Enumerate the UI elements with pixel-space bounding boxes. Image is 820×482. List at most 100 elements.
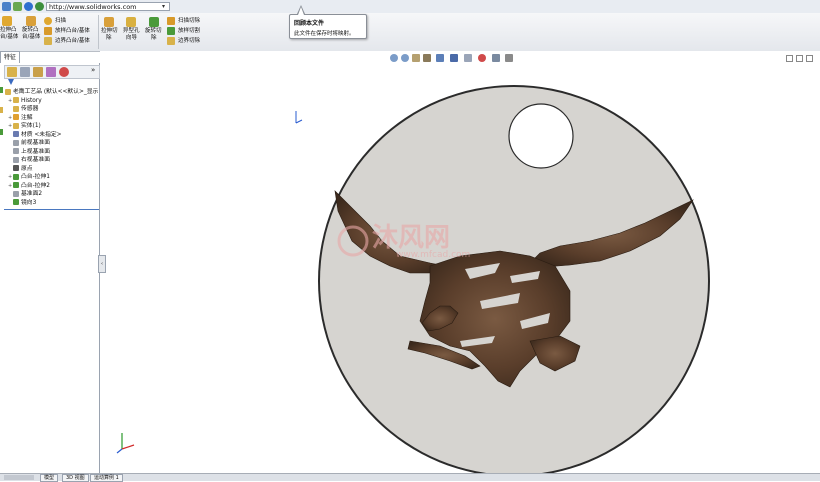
tree-item[interactable]: + 凸台-拉伸1	[8, 173, 98, 182]
tree-item-label: 实体(1)	[21, 123, 41, 129]
tree-item-label: 原点	[21, 165, 33, 172]
view-orientation-icon[interactable]	[436, 54, 444, 62]
dimxpert-tab-icon[interactable]	[46, 67, 56, 77]
filter-icon[interactable]	[8, 79, 14, 85]
tab-motion-study[interactable]: 运动算例 1	[90, 474, 123, 482]
coordinate-triad	[116, 433, 135, 454]
tree-root-label: 老鹰工艺品 (默认<<默认>_显示	[13, 89, 99, 95]
extrude-boss-icon[interactable]	[2, 16, 12, 26]
hanging-hole	[508, 103, 574, 169]
swept-cut-label[interactable]: 扫描切除	[178, 18, 200, 25]
tree-item[interactable]: + History	[8, 97, 98, 106]
plane-icon	[13, 148, 19, 154]
url-input[interactable]: http://www.solidworks.com	[46, 2, 170, 11]
tooltip-description: 此文件在保存时将映射。	[294, 31, 355, 37]
display-style-icon[interactable]	[450, 54, 458, 62]
tab-3d-views[interactable]: 3D 视图	[62, 474, 89, 482]
extruded-cut-label-top[interactable]: 拉伸切	[101, 28, 118, 35]
revolved-cut-icon[interactable]	[149, 17, 159, 27]
loft-label[interactable]: 放样凸台/基体	[55, 28, 90, 35]
tree-item[interactable]: + 凸台-拉伸2	[8, 182, 98, 191]
extrude-boss-label-bottom[interactable]: 台/基体	[0, 34, 18, 41]
boundary-cut-icon[interactable]	[167, 37, 175, 45]
coordinate-triad-top	[295, 111, 303, 124]
lofted-cut-label[interactable]: 放样切割	[178, 28, 200, 35]
appearance-icon[interactable]	[478, 54, 486, 62]
hide-show-icon[interactable]	[464, 54, 472, 62]
part-icon	[5, 88, 11, 95]
extruded-cut-label-bottom[interactable]: 除	[106, 35, 112, 42]
tree-item[interactable]: 材质 <未指定>	[8, 131, 98, 140]
left-edge-strip	[0, 87, 4, 147]
extruded-cut-icon[interactable]	[104, 17, 114, 27]
tree-root[interactable]: 老鹰工艺品 (默认<<默认>_显示	[5, 88, 98, 97]
rollback-bar[interactable]	[4, 209, 99, 210]
swept-cut-icon[interactable]	[167, 17, 175, 25]
scene-icon[interactable]	[492, 54, 500, 62]
mirror-icon	[13, 199, 19, 205]
revolve-boss-label-top[interactable]: 旋转凸	[22, 27, 39, 34]
previous-view-icon[interactable]	[412, 54, 420, 62]
tooltip-title: 回顾本文件	[294, 20, 325, 27]
revolve-boss-label-bottom[interactable]: 台/基体	[22, 34, 40, 41]
loft-icon[interactable]	[44, 27, 52, 35]
property-manager-tab-icon[interactable]	[20, 67, 30, 77]
sweep-label[interactable]: 扫描	[55, 18, 66, 25]
chevron-down-icon[interactable]: ▾	[162, 3, 165, 10]
tree-filter[interactable]	[4, 78, 98, 87]
document-icon[interactable]	[13, 2, 22, 11]
section-view-icon[interactable]	[423, 54, 431, 62]
graphics-area[interactable]: 沐风网 www.mfcad.com	[100, 51, 820, 477]
tree-item[interactable]: 传感器	[8, 105, 98, 114]
tree-item[interactable]: 原点	[8, 165, 98, 174]
tab-model[interactable]: 模型	[40, 474, 59, 482]
tree-item-label: 凸台-拉伸1	[21, 174, 50, 180]
tree-item[interactable]: 基准面2	[8, 190, 98, 199]
restore-icon[interactable]	[786, 55, 793, 62]
edge-marker-icon	[0, 129, 3, 135]
feature-manager-tab-icon[interactable]	[7, 67, 17, 77]
ribbon-divider	[98, 15, 99, 49]
maximize-icon[interactable]	[796, 55, 803, 62]
tree-item-label: 注解	[21, 114, 33, 121]
display-manager-tab-icon[interactable]	[59, 67, 69, 77]
lofted-cut-icon[interactable]	[167, 27, 175, 35]
panel-collapse-handle[interactable]: ‹	[98, 255, 106, 273]
extrude-icon	[13, 182, 19, 188]
globe-icon[interactable]	[24, 2, 33, 11]
model-viewport[interactable]: 沐风网 www.mfcad.com	[100, 51, 820, 477]
hole-wizard-icon[interactable]	[126, 17, 136, 27]
boundary-cut-label[interactable]: 边界切除	[178, 38, 200, 45]
revolved-cut-label-bottom[interactable]: 除	[151, 35, 157, 42]
hole-wizard-label-bottom[interactable]: 向导	[126, 35, 137, 42]
zoom-area-icon[interactable]	[401, 54, 409, 62]
tree-item-label: 传感器	[21, 106, 39, 112]
tree-item[interactable]: 上视基准面	[8, 148, 98, 157]
tree-item[interactable]: 右视基准面	[8, 156, 98, 165]
configuration-manager-tab-icon[interactable]	[33, 67, 43, 77]
boundary-boss-icon[interactable]	[44, 37, 52, 45]
hole-wizard-label-top[interactable]: 异型孔	[123, 28, 140, 35]
tree-item-label: 凸台-拉伸2	[21, 182, 50, 189]
revolve-boss-icon[interactable]	[26, 16, 36, 26]
sweep-icon[interactable]	[44, 17, 52, 25]
home-icon[interactable]	[2, 2, 11, 11]
tree-item[interactable]: 镜向3	[8, 199, 98, 208]
watermark-cn: 沐风网	[372, 223, 450, 253]
annotation-icon	[13, 114, 19, 120]
view-settings-icon[interactable]	[505, 54, 513, 62]
zoom-fit-icon[interactable]	[390, 54, 398, 62]
tree-item-label: 右视基准面	[21, 157, 50, 163]
close-icon[interactable]	[806, 55, 813, 62]
extrude-boss-label-top[interactable]: 拉伸凸	[0, 27, 17, 34]
tree-item[interactable]: + 实体(1)	[8, 122, 98, 131]
tooltip-pointer-inner	[298, 7, 304, 15]
boundary-boss-label[interactable]: 边界凸台/基体	[55, 38, 90, 45]
manager-tabs: »	[4, 65, 100, 79]
go-icon[interactable]	[35, 2, 44, 11]
more-tabs-icon[interactable]: »	[91, 66, 95, 74]
tree-item[interactable]: + 注解	[8, 114, 98, 123]
tab-scroll-icon[interactable]	[4, 475, 34, 480]
tree-item[interactable]: 前视基准面	[8, 139, 98, 148]
revolved-cut-label-top[interactable]: 旋转切	[145, 28, 162, 35]
